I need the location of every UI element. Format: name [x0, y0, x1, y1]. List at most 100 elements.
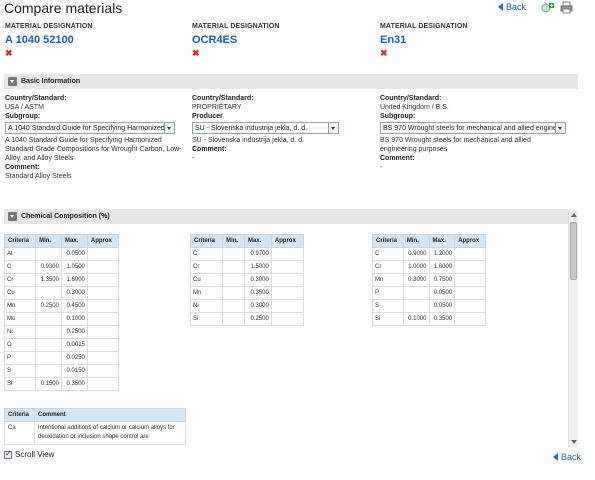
table-cell	[35, 312, 62, 326]
material-name[interactable]: A 1040 52100	[5, 34, 185, 46]
subgroup-select[interactable]: A 1040 Standard Guide for Specifying Har…	[5, 122, 175, 134]
table-cell: Mn	[189, 286, 224, 300]
table-cell: Ni	[4, 325, 37, 339]
column-header: Max.	[428, 234, 456, 248]
table-cell	[35, 338, 62, 352]
table-cell	[35, 351, 62, 365]
composition-table-2: Criteria Min. Max. Approx C 0.9700 Cr 1.5000 Cu 0…	[189, 234, 305, 326]
table-cell: 0.0150	[60, 364, 88, 378]
table-cell: S	[372, 299, 404, 313]
table-cell: 0.3500	[60, 377, 88, 391]
table-cell: 0.3500	[428, 312, 456, 326]
print-icon[interactable]	[560, 1, 573, 14]
column-header: Criteria	[4, 234, 37, 248]
back-arrow-icon	[498, 3, 503, 11]
table-cell	[222, 299, 245, 313]
producer-select[interactable]: SU - Slovenska industrija jekla, d. d.	[192, 122, 339, 134]
footer: Scroll View Back	[0, 449, 595, 464]
scroll-up-icon[interactable]	[571, 213, 577, 217]
table-cell: 0.0500	[428, 299, 456, 313]
column-header: Min.	[402, 234, 430, 248]
table-row: Mn 0.2500 0.4500	[4, 299, 120, 313]
table-cell: 0.2500	[243, 312, 272, 326]
table-cell: 0.0250	[60, 351, 88, 365]
table-cell: 0.3000	[243, 273, 272, 287]
table-cell: 0.9700	[243, 247, 272, 261]
scroll-down-icon[interactable]	[571, 440, 577, 444]
remove-icon[interactable]: ✖	[380, 48, 560, 58]
chevron-down-icon[interactable]	[328, 123, 338, 133]
back-label: Back	[506, 2, 527, 12]
chevron-down-icon[interactable]	[164, 123, 174, 133]
table-cell	[222, 286, 245, 300]
table-row: Mn 0.3000 0.7500	[372, 273, 486, 287]
table-cell: 1.6000	[428, 260, 456, 274]
scroll-thumb[interactable]	[570, 222, 577, 280]
collapse-icon[interactable]	[8, 212, 17, 221]
comment-value: Standard Alloy Steels	[5, 173, 72, 180]
back-arrow-icon	[553, 453, 558, 461]
table-cell: 0.9300	[35, 260, 62, 274]
material-label: MATERIAL DESIGNATION	[192, 23, 280, 30]
table-cell	[402, 286, 430, 300]
table-cell	[222, 260, 245, 274]
table-row: Cr 1.3500 1.6000	[4, 273, 120, 287]
table-header-row: Criteria Min. Max. Approx	[189, 234, 305, 248]
country-value: USA / ASTM	[5, 104, 44, 111]
column-header: Approx	[454, 234, 486, 248]
material-column-1: MATERIAL DESIGNATION A 1040 52100 ✖	[5, 23, 185, 58]
table-cell: O	[4, 338, 37, 352]
column-header: Min.	[222, 234, 245, 248]
table-cell: 0.2500	[35, 299, 62, 313]
back-link-top[interactable]: Back	[498, 2, 526, 12]
table-cell: Mn	[372, 273, 404, 287]
chemical-composition-header[interactable]: Chemical Composition (%)	[4, 209, 568, 224]
producer-label: Producer	[192, 113, 223, 120]
table-row: C 0.9000 1.2000	[372, 247, 486, 261]
table-cell: C	[189, 247, 224, 261]
add-material-icon[interactable]	[541, 2, 555, 14]
column-header: Max.	[60, 234, 88, 248]
table-cell	[270, 286, 305, 300]
table-header-row: Criteria Min. Max. Approx	[4, 234, 120, 248]
scroll-view-toggle[interactable]: Scroll View	[4, 449, 54, 459]
table-cell: 0.1000	[60, 312, 88, 326]
table-cell: Cu	[189, 273, 224, 287]
back-link-bottom[interactable]: Back	[553, 452, 581, 462]
table-cell: C	[372, 247, 404, 261]
basic-information-header[interactable]: Basic Information	[4, 74, 578, 89]
table-cell	[35, 286, 62, 300]
section-title: Chemical Composition (%)	[21, 213, 110, 220]
table-cell: Al	[4, 247, 37, 261]
table-cell	[35, 325, 62, 339]
table-cell: Mn	[4, 299, 37, 313]
table-row: Si 0.1000 0.3500	[372, 312, 486, 326]
table-cell: S	[4, 364, 37, 378]
table-cell: Si	[372, 312, 404, 326]
remove-icon[interactable]: ✖	[5, 48, 185, 58]
back-label: Back	[561, 452, 582, 462]
remove-icon[interactable]: ✖	[192, 48, 372, 58]
table-row: Si 0.2500	[189, 312, 305, 326]
table-cell	[86, 299, 120, 313]
material-name[interactable]: OCR4ES	[192, 34, 372, 46]
producer-value: SU - Slovenska industrija jekla, d. d.	[192, 137, 305, 144]
chevron-down-icon[interactable]	[555, 123, 565, 133]
comment-header-row: Criteria Comment	[4, 408, 186, 422]
table-cell	[270, 273, 305, 287]
table-cell: Ca	[4, 421, 35, 445]
table-cell: 0.0500	[60, 247, 88, 261]
table-cell	[35, 364, 62, 378]
subgroup-select[interactable]: BS 970 Wrought steels for mechanical and…	[380, 122, 566, 134]
select-value: A 1040 Standard Guide for Specifying Har…	[8, 124, 164, 132]
table-row: Ni 0.2500	[4, 325, 120, 339]
scroll-view-checkbox[interactable]	[4, 449, 12, 459]
table-cell: Si	[4, 377, 37, 391]
material-name[interactable]: En31	[380, 34, 560, 46]
table-row: C 0.9300 1.0500	[4, 260, 120, 274]
table-cell: 1.2000	[428, 247, 456, 261]
country-label: Country/Standard:	[192, 95, 254, 102]
collapse-icon[interactable]	[8, 77, 17, 86]
table-row: Cu 0.3000	[189, 273, 305, 287]
scrollbar[interactable]	[568, 210, 578, 447]
